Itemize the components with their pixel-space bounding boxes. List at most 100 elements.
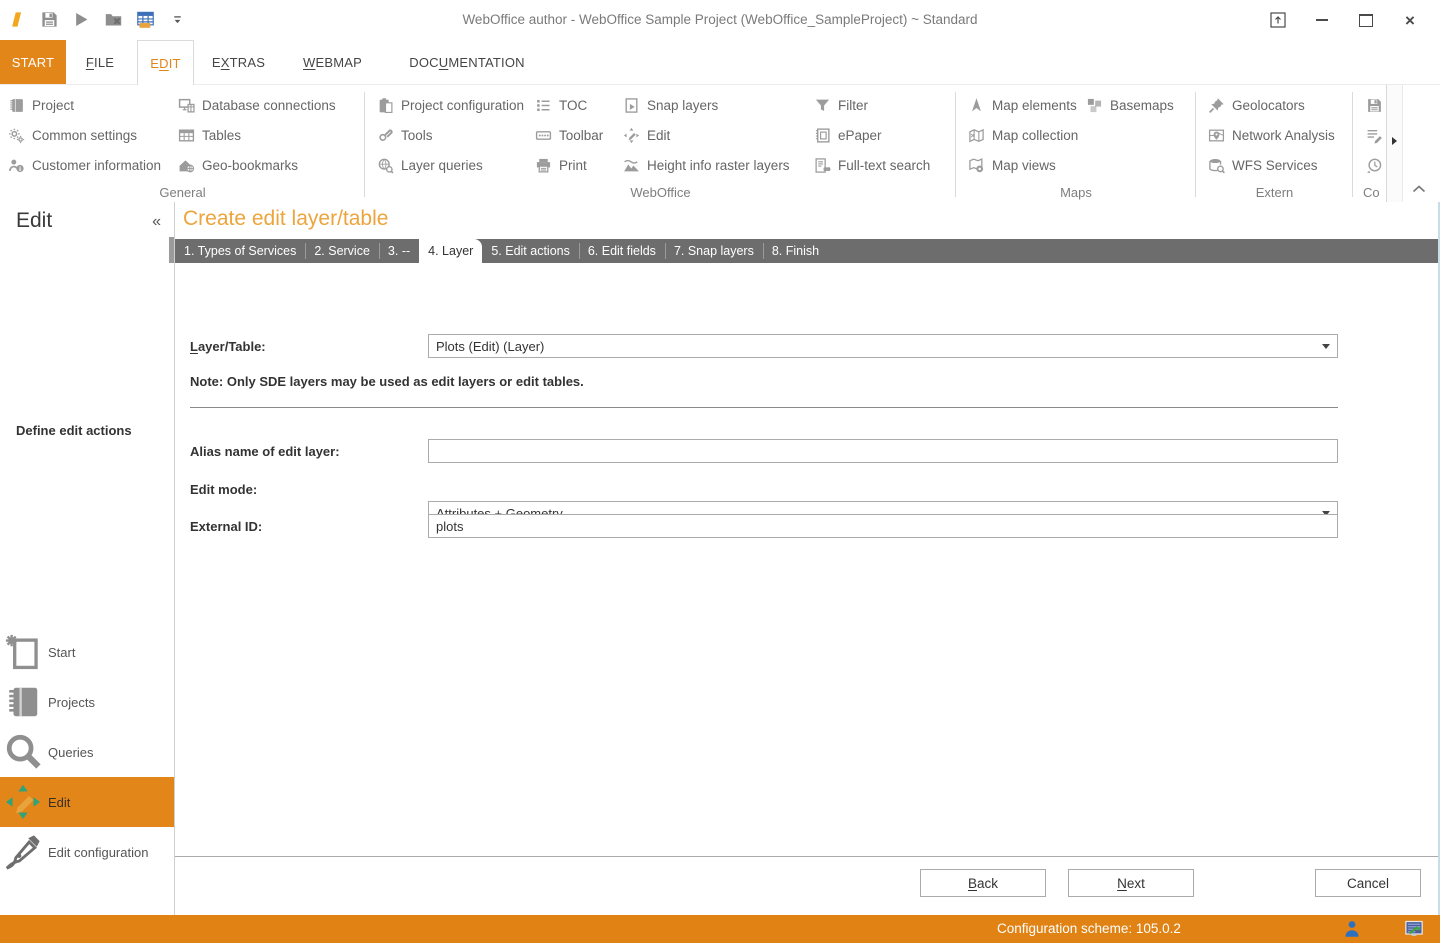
ribbon-group-extern: Geolocators Network Analysis WFS Service…: [1196, 85, 1353, 202]
clipped-list-pen-icon: [1366, 127, 1383, 144]
ribbon-item-tools[interactable]: Tools: [377, 120, 535, 150]
ribbon-item-filter[interactable]: Filter: [814, 90, 950, 120]
ribbon-item-label: Basemaps: [1110, 98, 1174, 113]
ribbon-item-project-configuration[interactable]: Project configuration: [377, 90, 535, 120]
ribbon-item-tables[interactable]: Tables: [178, 120, 356, 150]
close-project-icon[interactable]: [102, 8, 125, 31]
tab-file[interactable]: FILE: [74, 40, 126, 84]
ribbon-item-label: Geolocators: [1232, 98, 1305, 113]
ribbon-item-snap-layers[interactable]: Snap layers: [623, 90, 814, 120]
tab-extras[interactable]: EXTRAS: [207, 40, 270, 84]
wizard-step-edit-actions[interactable]: 5. Edit actions: [482, 239, 579, 263]
wizard-step-bar: 1. Types of Services 2. Service 3. -- 4.…: [175, 239, 1438, 263]
sidebar-item-edit-configuration[interactable]: Edit configuration: [0, 827, 174, 877]
sidebar-item-edit[interactable]: Edit: [0, 777, 174, 827]
ribbon-item-label: Database connections: [202, 98, 336, 113]
tables-icon: [178, 127, 195, 144]
height-info-raster-layers-icon: [623, 157, 640, 174]
ribbon-group-label: Extern: [1196, 185, 1353, 200]
ribbon-item-project[interactable]: Project: [8, 90, 178, 120]
layer-queries-icon: [377, 157, 394, 174]
sidebar-item-label: Queries: [48, 745, 94, 760]
maximize-icon[interactable]: [1344, 0, 1388, 40]
monitor-status-icon[interactable]: [1404, 919, 1424, 939]
project-configuration-icon: [377, 97, 394, 114]
ribbon-item-label: ePaper: [838, 128, 882, 143]
save-icon[interactable]: [38, 8, 61, 31]
tools-icon: [377, 127, 394, 144]
sidebar-scrollbar[interactable]: [169, 237, 174, 263]
ribbon-group-label: Maps: [956, 185, 1196, 200]
ribbon-item-map-views[interactable]: Map views: [968, 150, 1086, 180]
wizard-step-service[interactable]: 2. Service: [305, 239, 379, 263]
pin-window-icon[interactable]: [1256, 0, 1300, 40]
tab-documentation[interactable]: DOCUMENTATION: [399, 40, 535, 84]
wizard-step-snap-layers[interactable]: 7. Snap layers: [665, 239, 763, 263]
ribbon-group-label: WebOffice: [365, 185, 956, 200]
ribbon-item-layer-queries[interactable]: Layer queries: [377, 150, 535, 180]
sidebar-item-queries[interactable]: Queries: [0, 727, 174, 777]
wizard-step-types-of-services[interactable]: 1. Types of Services: [175, 239, 305, 263]
ribbon-item-print[interactable]: Print: [535, 150, 623, 180]
weboffice-logo-icon: [6, 8, 29, 31]
ribbon-item-label: Tools: [401, 128, 433, 143]
ribbon-item-customer-information[interactable]: Customer information: [8, 150, 178, 180]
ribbon-item-label: Map views: [992, 158, 1056, 173]
ribbon-item-edit[interactable]: Edit: [623, 120, 814, 150]
sidebar-item-start[interactable]: Start: [0, 627, 174, 677]
wizard-step-edit-fields[interactable]: 6. Edit fields: [579, 239, 665, 263]
ribbon-item-epaper[interactable]: ePaper: [814, 120, 950, 150]
divider: [175, 856, 1438, 857]
ribbon-item-network-analysis[interactable]: Network Analysis: [1208, 120, 1341, 150]
tab-webmap[interactable]: WEBMAP: [292, 40, 373, 84]
tab-start[interactable]: START: [0, 40, 66, 84]
back-button[interactable]: Back: [920, 869, 1046, 897]
ribbon-item-database-connections[interactable]: Database connections: [178, 90, 356, 120]
minimize-icon[interactable]: [1300, 0, 1344, 40]
map-views-icon: [968, 157, 985, 174]
external-id-input[interactable]: [428, 514, 1338, 538]
user-icon[interactable]: [1342, 919, 1362, 939]
ribbon-item-full-text-search[interactable]: Full-text search: [814, 150, 950, 180]
ribbon-item-height-info-raster-layers[interactable]: Height info raster layers: [623, 150, 814, 180]
ribbon-item-wfs-services[interactable]: WFS Services: [1208, 150, 1341, 180]
wizard-step-layer[interactable]: 4. Layer: [419, 239, 482, 263]
ribbon-item-toolbar[interactable]: Toolbar: [535, 120, 623, 150]
cancel-button[interactable]: Cancel: [1315, 869, 1421, 897]
scroll-right-icon: [1392, 137, 1397, 145]
ribbon-item-geo-bookmarks[interactable]: Geo-bookmarks: [178, 150, 356, 180]
clipped-clock-icon: [1366, 157, 1383, 174]
ribbon-item-common-settings[interactable]: Common settings: [8, 120, 178, 150]
customize-quick-access-icon[interactable]: [166, 8, 189, 31]
wizard-step-3[interactable]: 3. --: [379, 239, 419, 263]
ribbon-item-basemaps[interactable]: Basemaps: [1086, 90, 1182, 120]
full-text-search-icon: [814, 157, 831, 174]
ribbon-item-geolocators[interactable]: Geolocators: [1208, 90, 1341, 120]
collapse-sidebar-icon[interactable]: «: [152, 213, 161, 231]
layer-table-label: Layer/Table:: [190, 339, 266, 354]
layer-table-select[interactable]: Plots (Edit) (Layer): [428, 334, 1338, 358]
external-id-label: External ID:: [190, 519, 262, 534]
next-button[interactable]: Next: [1068, 869, 1194, 897]
database-connections-icon: [178, 97, 195, 114]
ribbon-item-label: Snap layers: [647, 98, 718, 113]
ribbon-item-map-elements[interactable]: Map elements: [968, 90, 1086, 120]
collapse-ribbon-button[interactable]: [1409, 184, 1429, 195]
ribbon-item-toc[interactable]: TOC: [535, 90, 623, 120]
clipped-save-icon: [1366, 97, 1383, 114]
run-icon[interactable]: [70, 8, 93, 31]
ribbon-item-label: Map elements: [992, 98, 1077, 113]
close-icon[interactable]: ×: [1388, 0, 1432, 40]
table-icon[interactable]: [134, 8, 157, 31]
sidebar-item-projects[interactable]: Projects: [0, 677, 174, 727]
chevron-up-icon: [1412, 185, 1426, 193]
ribbon-item-map-collection[interactable]: Map collection: [968, 120, 1086, 150]
alias-input[interactable]: [428, 439, 1338, 463]
tab-edit[interactable]: EDIT: [137, 40, 194, 85]
wfs-services-icon: [1208, 157, 1225, 174]
wizard-step-finish[interactable]: 8. Finish: [763, 239, 828, 263]
sde-note: Note: Only SDE layers may be used as edi…: [190, 374, 584, 389]
ribbon-scroll-right[interactable]: [1386, 85, 1403, 202]
geolocators-icon: [1208, 97, 1225, 114]
window-controls: ×: [1256, 0, 1432, 40]
